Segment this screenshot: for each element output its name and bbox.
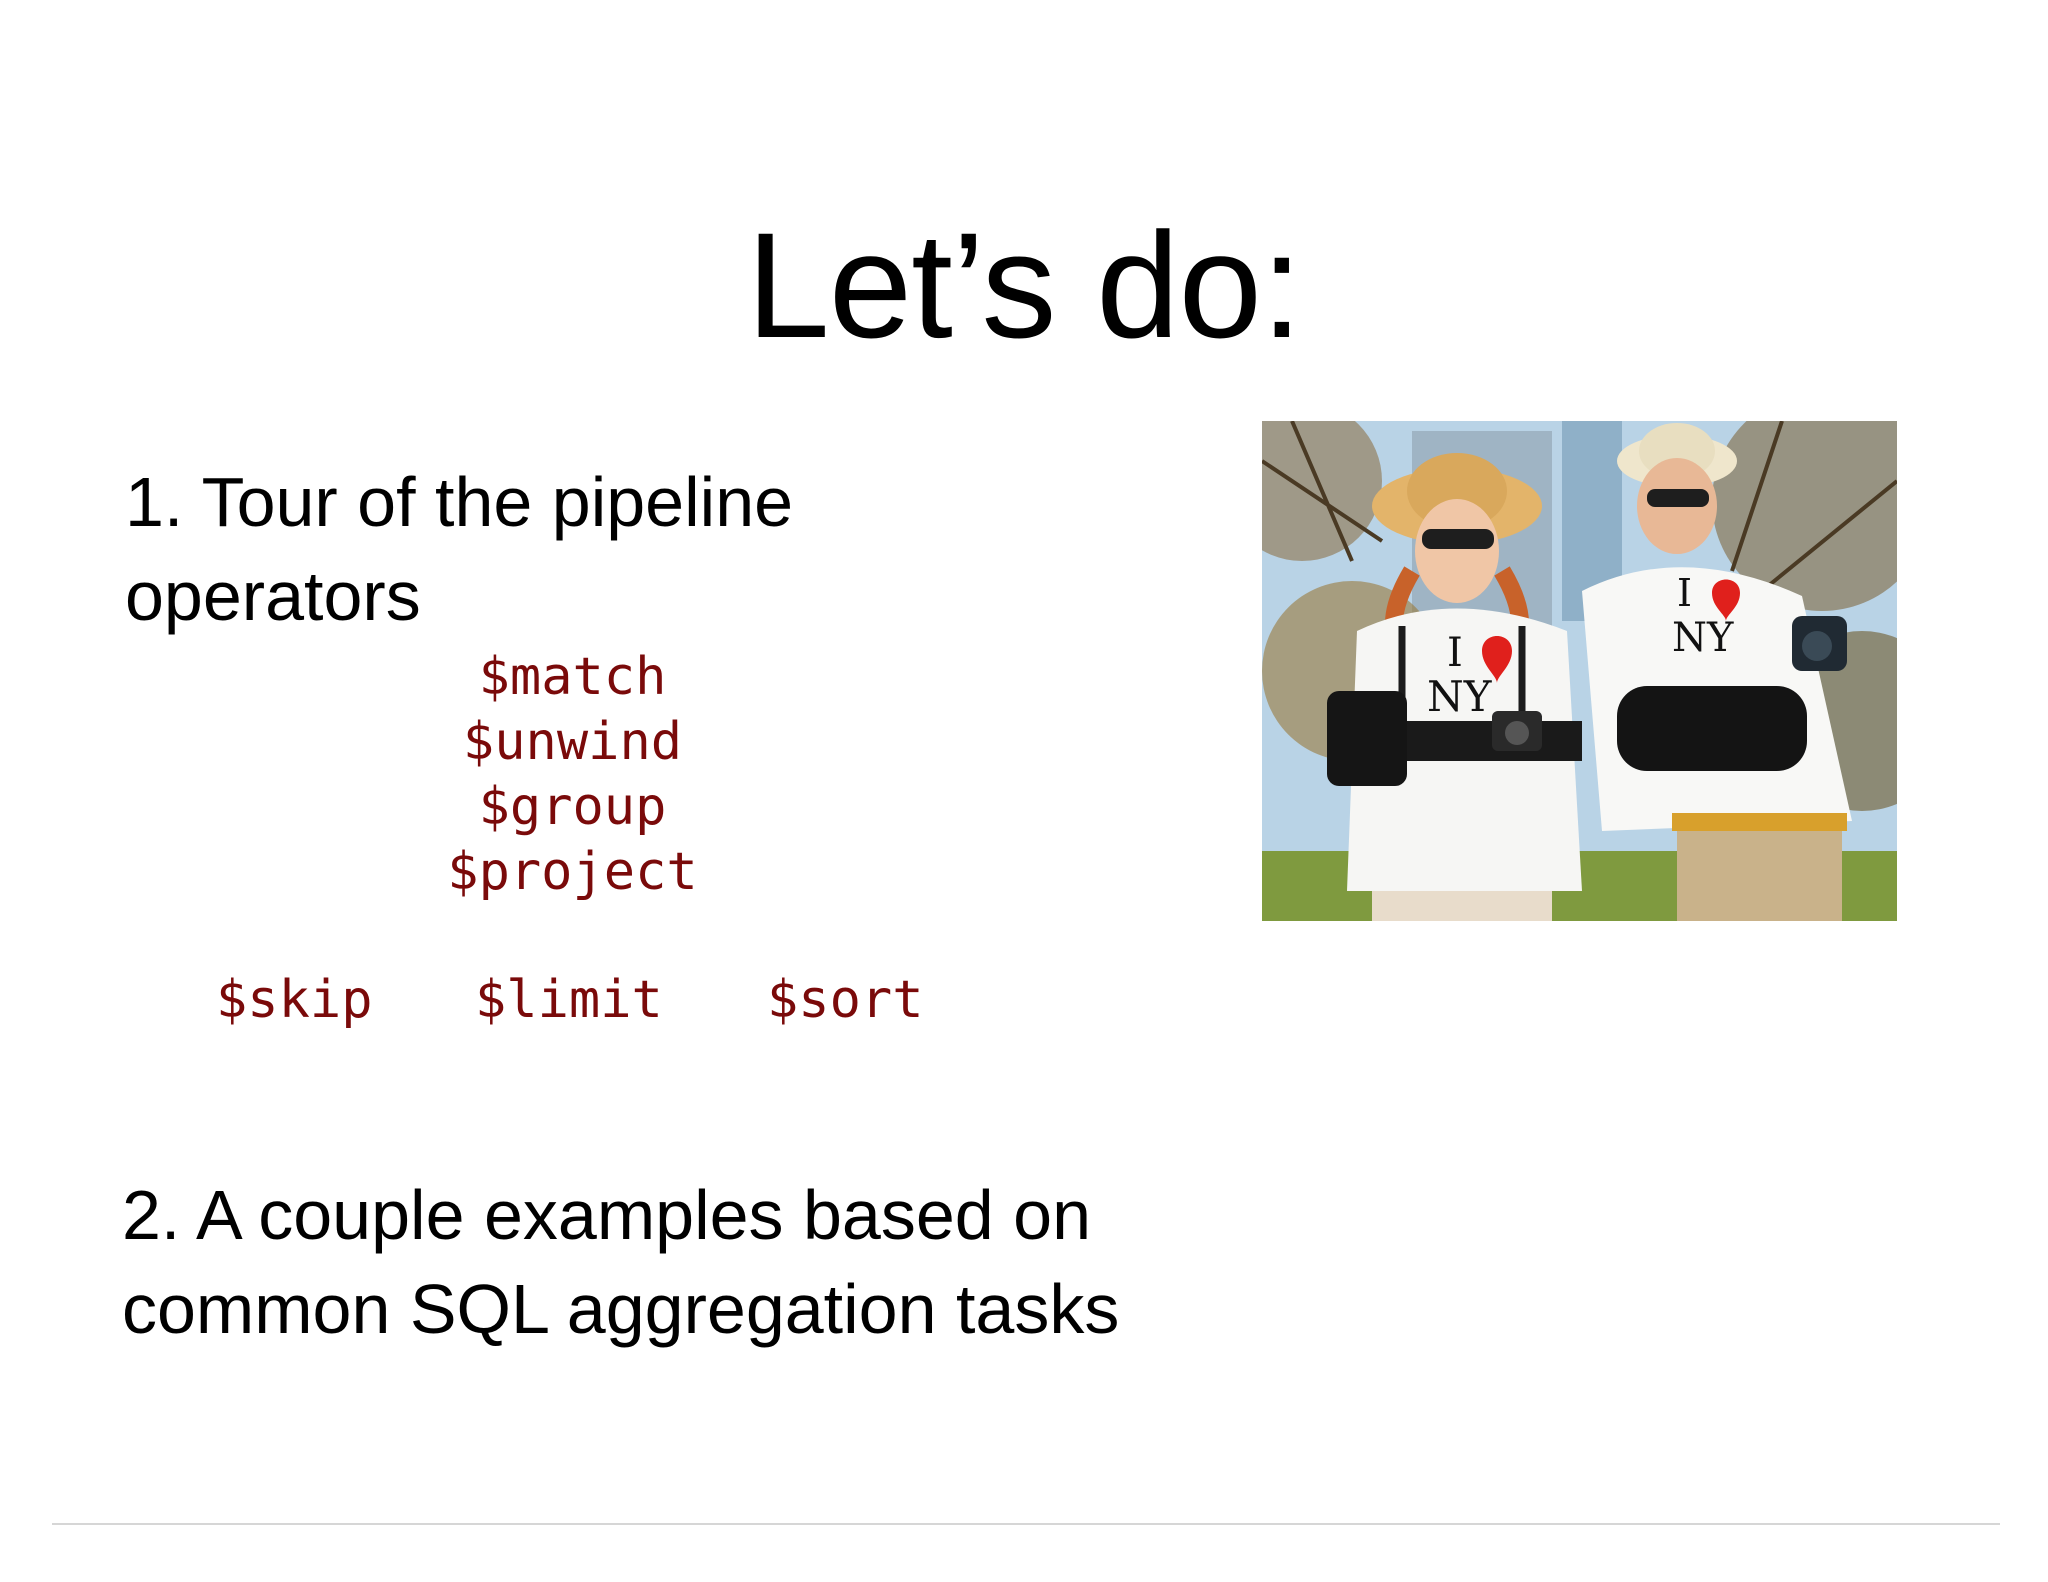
- item-sql-examples: 2. A couple examples based on common SQL…: [122, 1176, 1120, 1348]
- operator-limit: $limit: [475, 970, 663, 1030]
- operator-group: $group: [478, 777, 667, 837]
- footer-divider: [52, 1523, 2000, 1525]
- item-tour-of-pipeline: 1. Tour of the pipeline operators: [125, 463, 794, 635]
- shirt-text-i-right: I: [1677, 571, 1692, 615]
- shirt-text-ny-right: NY: [1672, 615, 1734, 661]
- shirt-text-ny-left: NY: [1427, 672, 1493, 721]
- slide-title: Let’s do:: [746, 201, 1302, 369]
- operator-project: $project: [447, 842, 698, 902]
- tourists-photo: I NY I NY: [1262, 421, 1897, 921]
- operator-skip: $skip: [216, 970, 373, 1030]
- shirt-text-i-left: I: [1447, 630, 1463, 676]
- operator-match: $match: [478, 647, 667, 707]
- operator-sort: $sort: [767, 970, 924, 1030]
- operator-stack: $match $unwind $group $project: [400, 645, 745, 905]
- operator-unwind: $unwind: [462, 712, 683, 772]
